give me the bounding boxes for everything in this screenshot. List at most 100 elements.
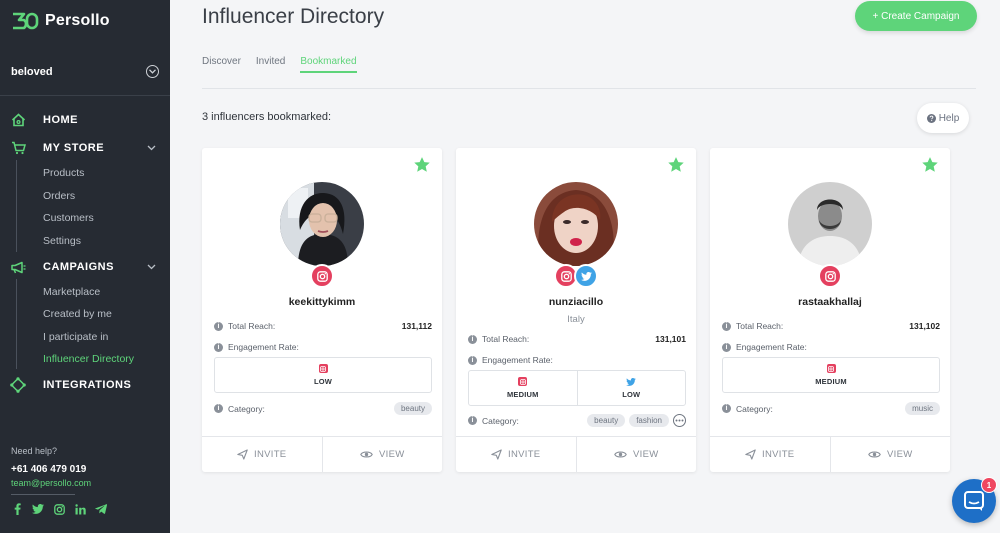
view-button[interactable]: VIEW — [321, 437, 443, 472]
sidebar-item-marketplace[interactable]: Marketplace — [43, 286, 100, 298]
influencer-username[interactable]: keekittykimm — [202, 296, 442, 308]
linkedin-icon[interactable] — [74, 503, 86, 515]
tab-bookmarked[interactable]: Bookmarked — [300, 56, 357, 73]
megaphone-icon — [10, 259, 26, 275]
info-icon[interactable]: i — [214, 321, 223, 331]
invite-button[interactable]: INVITE — [456, 437, 576, 472]
engagement-instagram: LOW — [215, 358, 431, 392]
twitter-icon[interactable] — [574, 264, 598, 288]
instagram-icon[interactable] — [310, 264, 334, 288]
sidebar-item-home[interactable]: HOME — [0, 110, 170, 130]
info-icon[interactable]: i — [722, 321, 731, 331]
info-icon[interactable]: i — [468, 355, 477, 365]
influencer-card: rastaakhallaj i Total Reach: 131,102 i E… — [710, 148, 950, 472]
info-icon[interactable]: i — [468, 334, 477, 344]
view-label: VIEW — [633, 449, 659, 460]
cart-icon — [10, 140, 26, 156]
bookmark-star-icon[interactable] — [921, 156, 939, 174]
brand-name: Persollo — [45, 12, 110, 29]
view-button[interactable]: VIEW — [575, 437, 697, 472]
sidebar-item-integrations[interactable]: INTEGRATIONS — [0, 375, 170, 395]
bookmark-count: 3 influencers bookmarked: — [202, 111, 332, 123]
sidebar-item-influencer-directory[interactable]: Influencer Directory — [43, 353, 134, 365]
sidebar-item-campaigns[interactable]: CAMPAIGNS — [0, 257, 170, 277]
influencer-card: nunziacillo Italy i Total Reach: 131,101… — [456, 148, 696, 472]
total-reach-label: Total Reach: — [736, 321, 784, 331]
total-reach-row: i Total Reach: 131,112 — [214, 321, 432, 331]
twitter-icon[interactable] — [32, 503, 44, 515]
instagram-icon[interactable] — [818, 264, 842, 288]
info-icon[interactable]: i — [214, 342, 223, 352]
engagement-level: LOW — [313, 377, 333, 386]
view-button[interactable]: VIEW — [829, 437, 951, 472]
help-title: Need help? — [11, 446, 58, 456]
more-options-icon[interactable] — [673, 414, 686, 427]
tab-discover[interactable]: Discover — [202, 56, 241, 73]
engagement-label: Engagement Rate: — [482, 355, 553, 365]
store-selector[interactable]: beloved — [11, 65, 159, 78]
engagement-box: LOW — [214, 357, 432, 393]
sidebar-item-label: INTEGRATIONS — [43, 379, 132, 391]
influencer-username[interactable]: nunziacillo — [456, 296, 696, 308]
sidebar-item-settings[interactable]: Settings — [43, 235, 81, 247]
info-icon[interactable]: i — [468, 416, 477, 425]
info-icon[interactable]: i — [722, 404, 731, 413]
help-button[interactable]: Help — [917, 103, 969, 133]
social-networks — [202, 264, 442, 288]
invite-button[interactable]: INVITE — [202, 437, 322, 472]
info-icon[interactable]: i — [722, 342, 731, 352]
chevron-down-icon — [146, 65, 159, 78]
influencer-username[interactable]: rastaakhallaj — [710, 296, 950, 308]
engagement-label: Engagement Rate: — [228, 342, 299, 352]
info-icon[interactable]: i — [214, 404, 223, 413]
engagement-label: Engagement Rate: — [736, 342, 807, 352]
view-label: VIEW — [887, 449, 913, 460]
sidebar-item-label: MY STORE — [43, 142, 105, 154]
home-icon — [10, 112, 26, 128]
sidebar-item-i-participate-in[interactable]: I participate in — [43, 331, 108, 343]
send-icon — [491, 449, 502, 460]
avatar[interactable] — [534, 182, 618, 266]
engagement-row: i Engagement Rate: — [722, 342, 940, 352]
persollo-logo[interactable]: Persollo — [11, 11, 110, 31]
help-phone[interactable]: +61 406 479 019 — [11, 464, 86, 475]
tab-bar: Discover Invited Bookmarked — [202, 56, 357, 73]
sidebar-item-customers[interactable]: Customers — [43, 212, 94, 224]
sidebar-item-orders[interactable]: Orders — [43, 190, 75, 202]
engagement-row: i Engagement Rate: — [214, 342, 432, 352]
bookmark-star-icon[interactable] — [667, 156, 685, 174]
tab-invited[interactable]: Invited — [256, 56, 285, 73]
view-label: VIEW — [379, 449, 405, 460]
chevron-down-icon — [146, 262, 156, 272]
avatar[interactable] — [788, 182, 872, 266]
telegram-icon[interactable] — [95, 503, 107, 515]
create-campaign-button[interactable]: + Create Campaign — [855, 1, 977, 31]
invite-label: INVITE — [508, 449, 541, 460]
chat-icon — [964, 491, 984, 511]
invite-label: INVITE — [254, 449, 287, 460]
submenu-line — [16, 279, 17, 369]
sidebar-item-my-store[interactable]: MY STORE — [0, 138, 170, 158]
bookmark-star-icon[interactable] — [413, 156, 431, 174]
total-reach-label: Total Reach: — [228, 321, 276, 331]
influencer-location: Italy — [567, 314, 585, 325]
category-row: i Category: beauty — [214, 402, 432, 415]
send-icon — [237, 449, 248, 460]
facebook-icon[interactable] — [11, 503, 23, 515]
category-label: Category: — [228, 403, 265, 414]
category-label: Category: — [736, 403, 773, 414]
help-label: Help — [938, 112, 960, 124]
avatar[interactable] — [280, 182, 364, 266]
store-name: beloved — [11, 65, 53, 78]
invite-button[interactable]: INVITE — [710, 437, 830, 472]
instagram-icon[interactable] — [53, 503, 65, 515]
help-email[interactable]: team@persollo.com — [11, 478, 91, 488]
engagement-instagram: MEDIUM — [469, 371, 577, 405]
instagram-icon — [318, 364, 328, 373]
sidebar-item-created-by-me[interactable]: Created by me — [43, 308, 112, 320]
tabs-divider — [202, 88, 976, 89]
sidebar-item-products[interactable]: Products — [43, 167, 84, 179]
social-networks — [710, 264, 950, 288]
card-actions: INVITE VIEW — [202, 436, 442, 472]
submenu-line — [16, 160, 17, 252]
